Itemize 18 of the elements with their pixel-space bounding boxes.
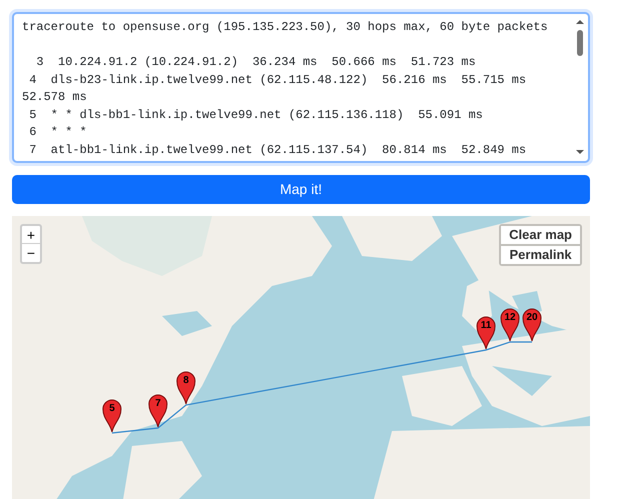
hop-line: 7 atl-bb1-link.ip.twelve99.net (62.115.137.54) 80.814 ms 52.849 ms	[28, 142, 528, 158]
hop-line: 4 dls-b23-link.ip.twelve99.net (62.115.48.122) 56.216 ms 55.715 ms 52.578 ms	[22, 72, 528, 106]
hop-line: 5 * * dls-bb1-link.ip.twelve99.net (62.115.136.118) 55.091 ms	[28, 106, 484, 124]
zoom-out-button[interactable]: −	[22, 244, 40, 262]
map-marker[interactable]: 8	[176, 371, 196, 405]
map-marker[interactable]: 7	[148, 394, 168, 428]
hop-line: 3 10.224.91.2 (10.224.91.2) 36.234 ms 50.666 ms 51.723 ms	[35, 54, 477, 71]
map-it-button[interactable]: Map it!	[12, 175, 590, 204]
zoom-in-button[interactable]: +	[22, 226, 40, 244]
map-marker[interactable]: 5	[102, 399, 122, 433]
map-marker[interactable]: 12	[500, 308, 520, 342]
map-marker[interactable]: 11	[476, 316, 496, 350]
map-marker[interactable]: 20	[522, 308, 542, 342]
header-line: traceroute to opensuse.org (195.135.223.50), 30 hops max, 60 byte packets	[22, 19, 549, 36]
map-button[interactable]: Permalink	[501, 246, 580, 264]
traceroute-output-field[interactable]	[12, 12, 590, 163]
hop-line: 6 * * *	[28, 124, 88, 141]
map-button[interactable]: Clear map	[501, 226, 580, 244]
